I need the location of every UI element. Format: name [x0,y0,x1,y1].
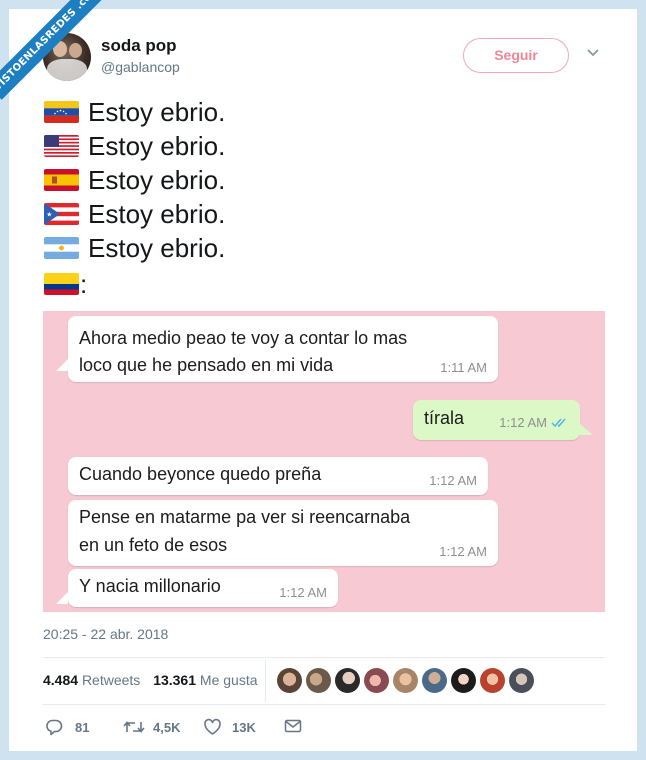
liker-avatar[interactable] [306,668,331,693]
liker-avatar[interactable] [364,668,389,693]
likes-count: 13.361 [153,672,197,688]
user-handle[interactable]: @gablancop [101,59,180,75]
retweet-button[interactable]: 4,5K [123,718,180,736]
message-text-line: en un feto de esos [79,535,228,555]
message-text: Cuando beyonce quedo preña [79,464,322,484]
likers-avatars [277,668,538,693]
tweet-timestamp[interactable]: 20:25 - 22 abr. 2018 [43,626,168,642]
message-text-line: Ahora medio peao te voy a contar lo mas [79,328,408,348]
message-incoming: Y nacia millonario 1:12 AM [68,569,338,607]
mail-icon [284,719,302,733]
tweet-actions: 81 4,5K 13K [43,718,343,738]
tweet-line-text: Estoy ebrio. [88,97,226,127]
retweets-stat[interactable]: 4.484 Retweets [43,672,140,688]
likes-stat[interactable]: 13.361 Me gusta [153,672,257,688]
retweet-count: 4,5K [153,719,181,735]
message-incoming: Pense en matarme pa ver si reencarnaba e… [68,500,498,566]
tweet-line: Estoy ebrio. [44,233,225,263]
liker-avatar[interactable] [393,668,418,693]
message-text-line: Pense en matarme pa ver si reencarnaba [79,507,411,527]
likes-label: Me gusta [199,672,258,688]
follow-button[interactable]: Seguir [463,38,569,73]
tweet-line: Estoy ebrio. [44,97,225,127]
reply-icon [46,719,63,736]
reply-button[interactable]: 81 [45,718,89,736]
tweet-line-text: : [80,269,88,299]
liker-avatar[interactable] [277,668,302,693]
message-incoming: Cuando beyonce quedo preña 1:12 AM [68,457,488,495]
colombia-flag-icon [44,273,79,295]
tweet-line: Estoy ebrio. [44,131,225,161]
retweets-label: Retweets [81,672,141,688]
message-outgoing: tírala 1:12 AM [413,400,580,440]
liker-avatar[interactable] [451,668,476,693]
message-time: 1:12 AM [279,585,327,600]
direct-message-button[interactable] [284,718,310,734]
liker-avatar[interactable] [480,668,505,693]
tweet-line: : [44,269,87,299]
retweets-count: 4.484 [43,672,79,688]
message-incoming: Ahora medio peao te voy a contar lo mas … [68,316,498,382]
heart-icon [204,718,221,735]
read-ticks-icon [551,418,566,428]
tweet-line: Estoy ebrio. [44,199,225,229]
tweet-line-text: Estoy ebrio. [88,131,226,161]
puerto-rico-flag-icon [44,203,79,225]
liker-avatar[interactable] [422,668,447,693]
like-count: 13K [232,719,256,735]
engagement-stats: 4.484 Retweets 13.361 Me gusta [43,672,258,688]
divider [265,660,266,702]
spain-flag-icon [44,169,79,191]
tweet-line-text: Estoy ebrio. [88,233,226,263]
tweet-line: Estoy ebrio. [44,165,225,195]
retweet-icon [123,721,145,733]
message-time: 1:12 AM [429,473,477,488]
divider [43,704,605,705]
message-text: tírala [424,408,465,428]
message-text: Y nacia millonario [79,576,221,596]
reply-count: 81 [75,719,90,735]
divider [43,657,605,658]
message-text-line: loco que he pensado en mi vida [79,355,334,375]
usa-flag-icon [44,135,79,157]
chevron-down-icon[interactable] [586,48,600,58]
like-button[interactable]: 13K [203,718,256,736]
tweet-line-text: Estoy ebrio. [88,199,226,229]
message-time: 1:12 AM [439,544,487,559]
message-time: 1:11 AM [440,360,487,375]
display-name[interactable]: soda pop [101,36,177,56]
liker-avatar[interactable] [509,668,534,693]
argentina-flag-icon [44,237,79,259]
message-time: 1:12 AM [499,415,547,430]
chat-screenshot: Ahora medio peao te voy a contar lo mas … [43,311,605,612]
venezuela-flag-icon [44,101,79,123]
liker-avatar[interactable] [335,668,360,693]
tweet-line-text: Estoy ebrio. [88,165,226,195]
